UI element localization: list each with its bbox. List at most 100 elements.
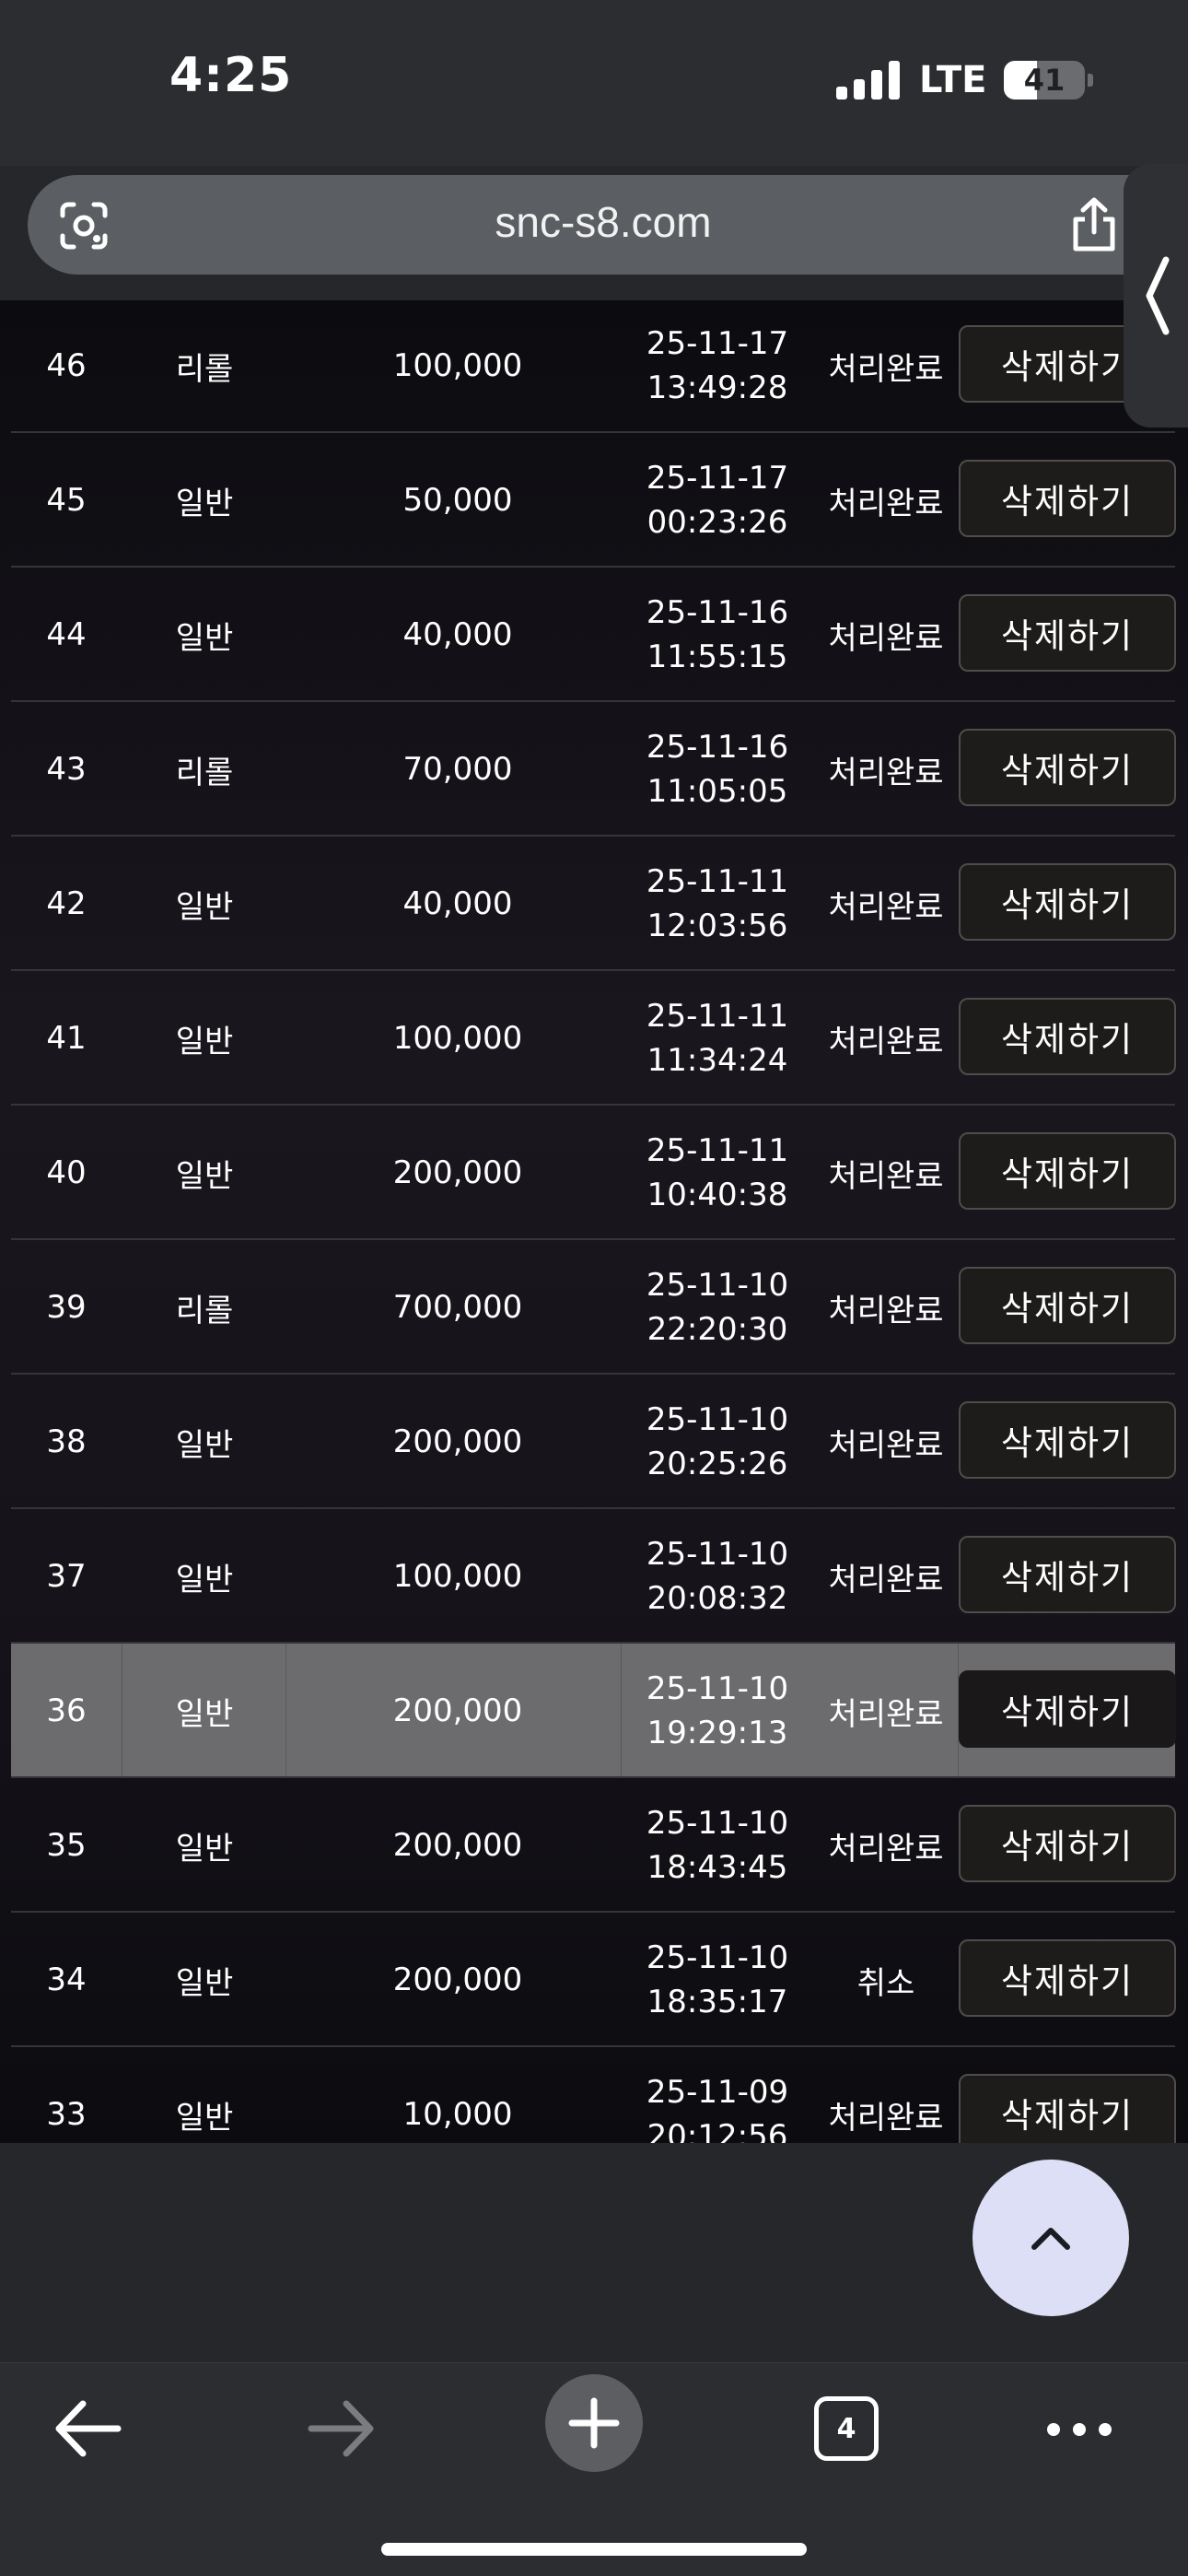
row-date: 25-11-16	[646, 594, 789, 631]
forward-arrow-icon[interactable]	[308, 2400, 376, 2457]
row-number: 39	[46, 1289, 87, 1326]
row-type: 일반	[175, 1561, 234, 1598]
url-text[interactable]: snc-s8.com	[28, 197, 1179, 247]
row-amount: 40,000	[402, 885, 513, 922]
row-type: 일반	[175, 619, 234, 657]
table-row: 35 일반 200,000 25-11-10 18:43:45 처리완료 삭제하기	[11, 1778, 1176, 1913]
status-time: 4:25	[169, 48, 293, 103]
row-amount: 200,000	[392, 1827, 523, 1864]
delete-button[interactable]: 삭제하기	[959, 460, 1176, 537]
row-status: 처리완료	[828, 1695, 944, 1733]
row-datetime: 25-11-17 13:49:28	[630, 300, 805, 433]
row-type: 일반	[175, 888, 234, 926]
row-type: 일반	[175, 1695, 234, 1733]
row-type: 리롤	[175, 350, 234, 388]
tabs-button[interactable]: 4	[814, 2396, 879, 2461]
row-time: 20:08:32	[646, 1580, 788, 1617]
row-status: 처리완료	[828, 350, 944, 388]
row-time: 18:43:45	[646, 1849, 788, 1886]
row-time: 22:20:30	[646, 1311, 788, 1348]
table-row: 37 일반 100,000 25-11-10 20:08:32 처리완료 삭제하기	[11, 1509, 1176, 1644]
row-amount: 200,000	[392, 1692, 523, 1729]
share-icon[interactable]	[1068, 197, 1120, 252]
status-bar: 4:25 LTE 41	[0, 0, 1188, 166]
delete-button[interactable]: 삭제하기	[959, 998, 1176, 1075]
row-type: 일반	[175, 1964, 234, 2002]
row-date: 25-11-09	[646, 2074, 789, 2111]
network-type: LTE	[919, 59, 987, 101]
table-row: 39 리롤 700,000 25-11-10 22:20:30 처리완료 삭제하기	[11, 1240, 1176, 1375]
row-datetime: 25-11-11 11:34:24	[630, 971, 805, 1106]
row-time: 20:25:26	[646, 1446, 788, 1482]
row-number: 42	[46, 885, 87, 922]
delete-button[interactable]: 삭제하기	[959, 1805, 1176, 1882]
row-date: 25-11-10	[646, 1536, 789, 1573]
delete-button[interactable]: 삭제하기	[959, 2074, 1176, 2143]
row-number: 40	[46, 1154, 87, 1191]
row-time: 11:05:05	[646, 773, 788, 810]
scroll-to-top-button[interactable]	[973, 2160, 1129, 2316]
row-number: 43	[46, 751, 87, 788]
row-date: 25-11-10	[646, 1805, 789, 1842]
row-amount: 200,000	[392, 1961, 523, 1998]
row-type: 일반	[175, 1023, 234, 1060]
row-date: 25-11-16	[646, 729, 789, 766]
row-amount: 70,000	[402, 751, 513, 788]
row-type: 일반	[175, 1157, 234, 1195]
row-datetime: 25-11-16 11:05:05	[630, 702, 805, 837]
chevron-left-icon	[1146, 256, 1170, 335]
battery-cap	[1088, 74, 1093, 87]
row-time: 18:35:17	[646, 1984, 788, 2020]
row-date: 25-11-10	[646, 1267, 789, 1304]
delete-button[interactable]: 삭제하기	[959, 594, 1176, 672]
row-time: 00:23:26	[646, 504, 788, 541]
home-indicator[interactable]	[381, 2543, 807, 2556]
row-type: 일반	[175, 485, 234, 522]
row-status: 처리완료	[828, 1157, 944, 1195]
row-type: 일반	[175, 1426, 234, 1464]
row-time: 11:34:24	[646, 1042, 788, 1079]
side-panel-handle[interactable]	[1124, 164, 1188, 427]
new-tab-button[interactable]	[545, 2374, 643, 2472]
row-time: 20:12:56	[646, 2118, 788, 2143]
delete-button[interactable]: 삭제하기	[959, 863, 1176, 941]
history-table[interactable]: 46 리롤 100,000 25-11-17 13:49:28 처리완료 삭제하기 45 일반 5…	[0, 300, 1188, 2143]
more-dots-icon[interactable]	[1046, 2420, 1112, 2439]
delete-button[interactable]: 삭제하기	[959, 1267, 1176, 1344]
row-date: 25-11-17	[646, 460, 789, 497]
table-row: 46 리롤 100,000 25-11-17 13:49:28 처리완료 삭제하기	[11, 300, 1176, 433]
delete-button[interactable]: 삭제하기	[959, 1670, 1176, 1748]
row-number: 46	[46, 347, 87, 384]
signal-strength-icon	[836, 61, 900, 100]
row-status: 처리완료	[828, 2099, 944, 2137]
row-number: 41	[46, 1020, 87, 1057]
back-arrow-icon[interactable]	[53, 2400, 122, 2457]
row-datetime: 25-11-10 20:08:32	[630, 1509, 805, 1644]
row-number: 34	[46, 1961, 87, 1998]
row-status: 처리완료	[828, 1830, 944, 1868]
battery-level: 41	[1023, 63, 1066, 98]
row-time: 11:55:15	[646, 638, 788, 675]
row-number: 35	[46, 1827, 87, 1864]
row-status: 처리완료	[828, 754, 944, 791]
delete-button[interactable]: 삭제하기	[959, 1939, 1176, 2017]
row-number: 44	[46, 616, 87, 653]
row-amount: 200,000	[392, 1154, 523, 1191]
delete-button[interactable]: 삭제하기	[959, 1132, 1176, 1210]
row-amount: 200,000	[392, 1423, 523, 1460]
row-status: 처리완료	[828, 1561, 944, 1598]
table-row: 34 일반 200,000 25-11-10 18:35:17 취소 삭제하기	[11, 1913, 1176, 2047]
row-number: 36	[46, 1692, 87, 1729]
row-time: 19:29:13	[646, 1715, 788, 1751]
row-number: 45	[46, 482, 87, 519]
delete-button[interactable]: 삭제하기	[959, 1401, 1176, 1479]
row-time: 12:03:56	[646, 907, 788, 944]
row-datetime: 25-11-17 00:23:26	[630, 433, 805, 568]
row-datetime: 25-11-10 20:25:26	[630, 1375, 805, 1509]
delete-button[interactable]: 삭제하기	[959, 729, 1176, 806]
table-row: 33 일반 10,000 25-11-09 20:12:56 처리완료 삭제하기	[11, 2047, 1176, 2143]
row-type: 일반	[175, 1830, 234, 1868]
delete-button[interactable]: 삭제하기	[959, 1536, 1176, 1613]
address-bar[interactable]: snc-s8.com	[28, 175, 1179, 275]
table-row: 38 일반 200,000 25-11-10 20:25:26 처리완료 삭제하기	[11, 1375, 1176, 1509]
